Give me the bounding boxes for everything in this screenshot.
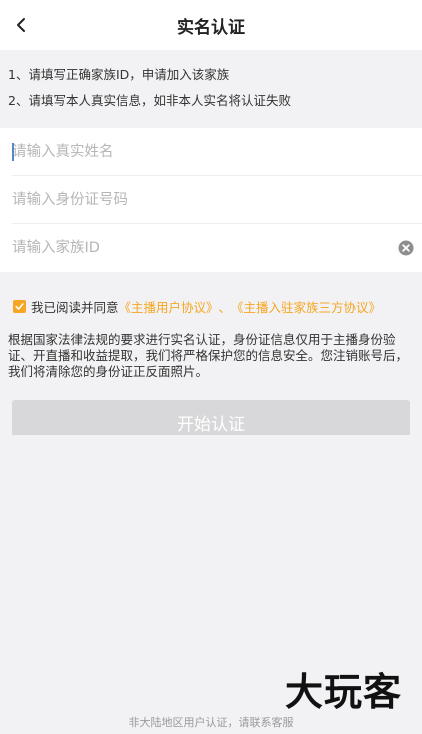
nav-bar: 实名认证 (0, 0, 422, 50)
notice-box: 1、请填写正确家族ID，申请加入该家族 2、请填写本人真实信息，如非本人实名将认… (0, 50, 422, 128)
clear-icon[interactable] (398, 240, 414, 256)
family-tripartite-agreement-link[interactable]: 《主播入驻家族三方协议》 (231, 297, 381, 316)
id-card-input[interactable] (12, 176, 422, 223)
bottom-area: 大玩客 非大陆地区用户认证，请联系客服 (0, 435, 422, 734)
agreement-separator: 、 (218, 299, 232, 315)
family-id-field-row (12, 224, 422, 272)
checkmark-icon (15, 302, 24, 310)
contact-support-link[interactable]: 非大陆地区用户认证，请联系客服 (0, 714, 422, 730)
privacy-description: 根据国家法律法规的要求进行实名认证，身份证信息仅用于主播身份验证、开直播和收益提… (8, 332, 409, 379)
family-id-input[interactable] (12, 224, 422, 272)
id-card-field-row (12, 176, 422, 224)
real-name-field-row (12, 128, 422, 176)
watermark-logo: 大玩客 (284, 670, 402, 714)
agreement-checkbox[interactable] (13, 299, 26, 313)
back-button[interactable] (6, 10, 36, 40)
text-caret (12, 143, 14, 161)
real-name-input[interactable] (12, 128, 422, 175)
verification-form (0, 128, 422, 272)
notice-line-1: 1、请填写正确家族ID，申请加入该家族 (8, 67, 230, 82)
notice-line-2: 2、请填写本人真实信息，如非本人实名将认证失败 (8, 93, 291, 108)
chevron-left-icon (17, 18, 25, 32)
page-title: 实名认证 (177, 17, 245, 38)
agreement-prefix: 我已阅读并同意 (31, 299, 119, 315)
agreement-row: 我已阅读并同意 《主播用户协议》 、 《主播入驻家族三方协议》 (8, 296, 414, 316)
host-user-agreement-link[interactable]: 《主播用户协议》 (119, 297, 219, 316)
